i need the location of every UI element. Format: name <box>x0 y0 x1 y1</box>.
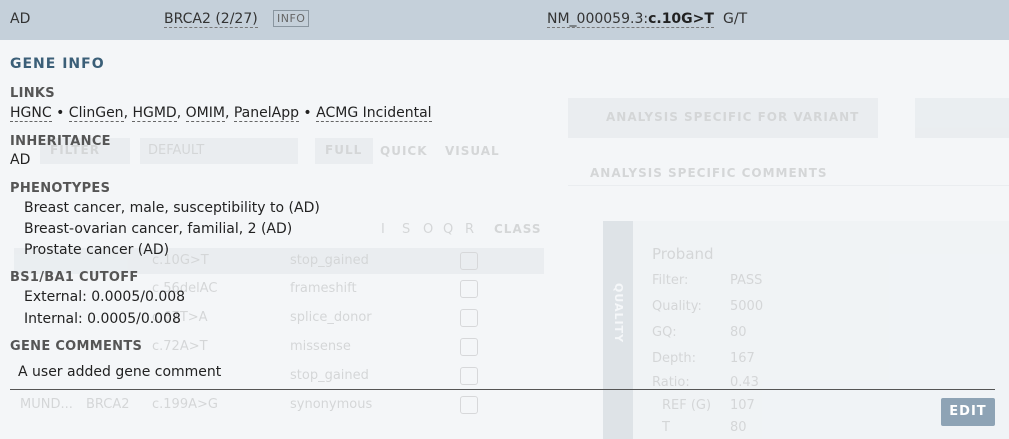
transcript-hgvs[interactable]: NM_000059.3:c.10G>T <box>547 11 714 28</box>
comment-divider <box>10 389 995 390</box>
gene-comment-text[interactable]: A user added gene comment <box>18 364 221 380</box>
cutoff-internal: Internal: 0.0005/0.008 <box>24 311 181 327</box>
cutoff-external: External: 0.0005/0.008 <box>24 289 186 305</box>
gene-info-button[interactable]: INFO <box>273 10 310 27</box>
phenotype-item: Breast-ovarian cancer, familial, 2 (AD) <box>24 221 293 237</box>
link-clingen[interactable]: ClinGen <box>68 105 124 122</box>
link-separator: • <box>51 105 69 121</box>
links-label: LINKS <box>10 86 55 101</box>
link-hgnc[interactable]: HGNC <box>10 105 52 122</box>
link-separator: • <box>298 105 317 121</box>
hgvs-c: c.10G>T <box>648 11 714 27</box>
genotype: G/T <box>723 11 748 27</box>
phenotype-item: Breast cancer, male, susceptibility to (… <box>24 200 320 216</box>
links-row: HGNC • ClinGen, HGMD, OMIM, PanelApp • A… <box>10 105 432 122</box>
gene-info-heading: GENE INFO <box>10 56 105 72</box>
inheritance-mode: AD <box>10 11 31 27</box>
phenotypes-label: PHENOTYPES <box>10 181 111 196</box>
transcript-id: NM_000059.3: <box>547 11 649 27</box>
link-acmg-incidental[interactable]: ACMG Incidental <box>316 105 432 122</box>
link-hgmd[interactable]: HGMD <box>132 105 177 122</box>
gene-selector[interactable]: BRCA2 (2/27) <box>164 11 258 28</box>
link-separator: , <box>224 105 234 121</box>
gene-comments-label: GENE COMMENTS <box>10 339 143 354</box>
inheritance-label: INHERITANCE <box>10 134 111 149</box>
cutoff-label: BS1/BA1 CUTOFF <box>10 270 139 285</box>
phenotype-item: Prostate cancer (AD) <box>24 242 170 258</box>
link-separator: , <box>176 105 186 121</box>
inheritance-value: AD <box>10 152 31 168</box>
variant-topbar: AD BRCA2 (2/27) INFO NM_000059.3:c.10G>T… <box>0 0 1009 40</box>
gene-info-popover: GENE INFO LINKS HGNC • ClinGen, HGMD, OM… <box>0 40 1009 439</box>
link-omim[interactable]: OMIM <box>185 105 225 122</box>
link-panelapp[interactable]: PanelApp <box>233 105 299 122</box>
edit-comment-button[interactable]: EDIT <box>941 398 995 426</box>
